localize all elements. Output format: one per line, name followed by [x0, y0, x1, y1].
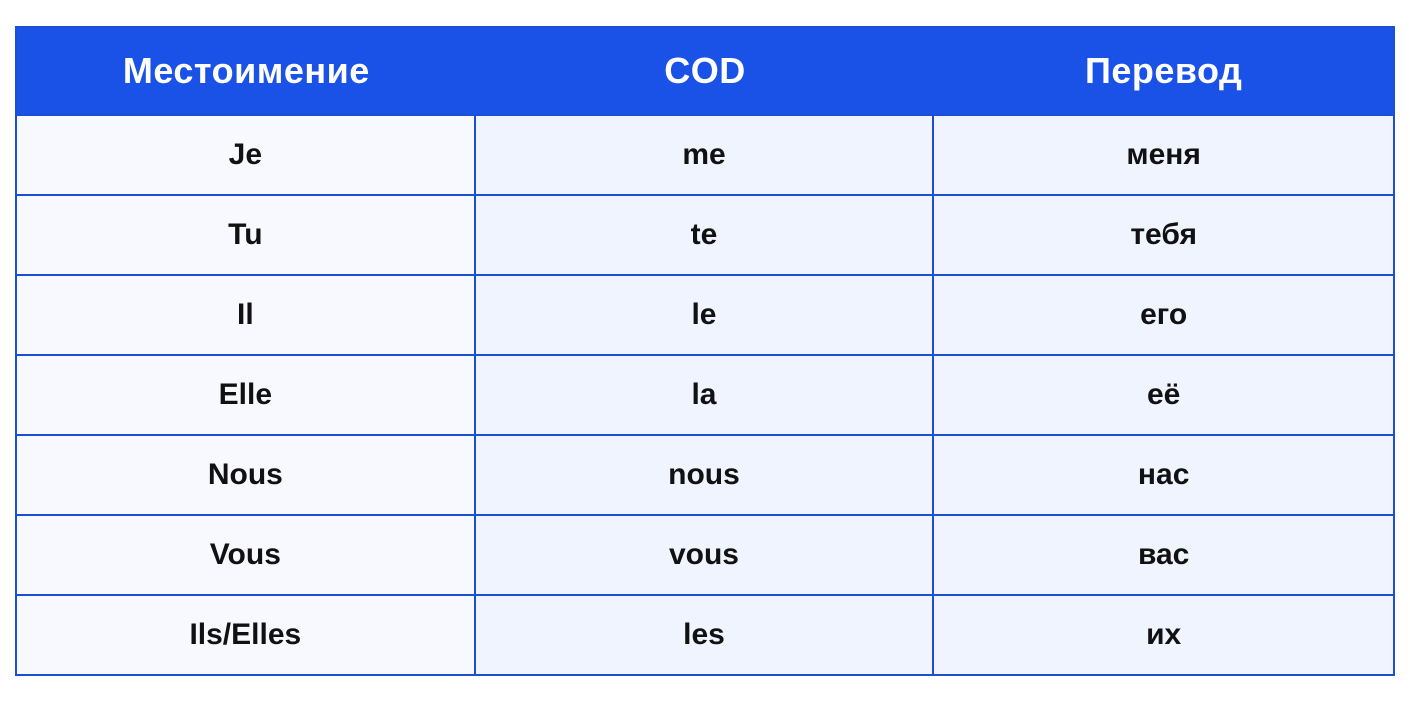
cell-cod: me	[476, 116, 935, 194]
cell-cod: nous	[476, 436, 935, 514]
cell-pronoun: Elle	[17, 356, 476, 434]
table-row: Jemeменя	[17, 114, 1393, 194]
cell-pronoun: Vous	[17, 516, 476, 594]
cell-translation: меня	[934, 116, 1393, 194]
cell-cod: la	[476, 356, 935, 434]
table-row: Nousnousнас	[17, 434, 1393, 514]
cell-pronoun: Je	[17, 116, 476, 194]
cell-translation: нас	[934, 436, 1393, 514]
table-header: Местоимение COD Перевод	[17, 28, 1393, 114]
cell-translation: тебя	[934, 196, 1393, 274]
table-row: Illeего	[17, 274, 1393, 354]
cell-translation: её	[934, 356, 1393, 434]
cell-pronoun: Nous	[17, 436, 476, 514]
cell-pronoun: Il	[17, 276, 476, 354]
cell-cod: le	[476, 276, 935, 354]
table-row: Ils/Elleslesих	[17, 594, 1393, 674]
table-row: Tuteтебя	[17, 194, 1393, 274]
cell-translation: его	[934, 276, 1393, 354]
header-pronoun: Местоимение	[17, 28, 476, 114]
cell-cod: te	[476, 196, 935, 274]
cell-cod: vous	[476, 516, 935, 594]
main-table: Местоимение COD Перевод JemeменяTuteтебя…	[15, 26, 1395, 676]
table-row: Ellelaеё	[17, 354, 1393, 434]
table-row: Vousvousвас	[17, 514, 1393, 594]
cell-pronoun: Ils/Elles	[17, 596, 476, 674]
cell-translation: их	[934, 596, 1393, 674]
table-body: JemeменяTuteтебяIlleегоEllelaеёNousnousн…	[17, 114, 1393, 674]
header-translation: Перевод	[934, 28, 1393, 114]
cell-pronoun: Tu	[17, 196, 476, 274]
cell-cod: les	[476, 596, 935, 674]
cell-translation: вас	[934, 516, 1393, 594]
header-cod: COD	[476, 28, 935, 114]
